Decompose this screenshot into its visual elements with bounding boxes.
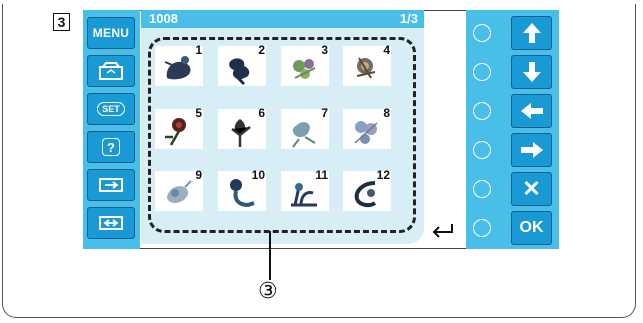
pattern-selection-outline: [148, 37, 416, 233]
option-circle-1[interactable]: [473, 24, 491, 42]
right-button[interactable]: [511, 133, 552, 167]
arrow-up-icon: [522, 23, 541, 43]
arrow-box-icon: [99, 178, 123, 192]
close-icon: ✕: [522, 176, 541, 201]
option-circle-5[interactable]: [473, 180, 491, 198]
page-indicator: 1/3: [399, 11, 418, 26]
set-button[interactable]: SET: [87, 93, 135, 125]
option-circle-4[interactable]: [473, 141, 491, 159]
embroidery-frame-icon: [99, 62, 123, 80]
step-number-label: 3: [53, 13, 70, 31]
return-icon: [432, 224, 453, 238]
set-icon: SET: [97, 102, 125, 116]
layout-button-2[interactable]: [87, 207, 135, 239]
option-circle-6[interactable]: [473, 219, 491, 237]
callout-leader-line: [269, 231, 271, 280]
up-button[interactable]: [511, 16, 552, 50]
help-button[interactable]: ?: [87, 131, 135, 163]
help-icon: ?: [102, 138, 120, 156]
layout-button-1[interactable]: [87, 169, 135, 201]
down-button[interactable]: [511, 55, 552, 89]
callout-label: ③: [258, 279, 278, 304]
option-circle-2[interactable]: [473, 63, 491, 81]
ok-label: OK: [519, 219, 544, 236]
cancel-button[interactable]: ✕: [511, 172, 552, 206]
arrow-box-icon: [99, 216, 123, 230]
hoop-button[interactable]: [87, 55, 135, 87]
option-circle-3[interactable]: [473, 102, 491, 120]
ok-button[interactable]: OK: [511, 211, 552, 245]
arrow-right-icon: [520, 142, 543, 158]
menu-label: MENU: [92, 26, 130, 40]
arrow-down-icon: [522, 62, 541, 82]
menu-button[interactable]: MENU: [87, 17, 135, 49]
pattern-code: 1008: [149, 11, 178, 26]
title-bar: 1008 1/3: [141, 10, 424, 28]
left-button[interactable]: [511, 94, 552, 128]
arrow-left-icon: [520, 103, 543, 119]
